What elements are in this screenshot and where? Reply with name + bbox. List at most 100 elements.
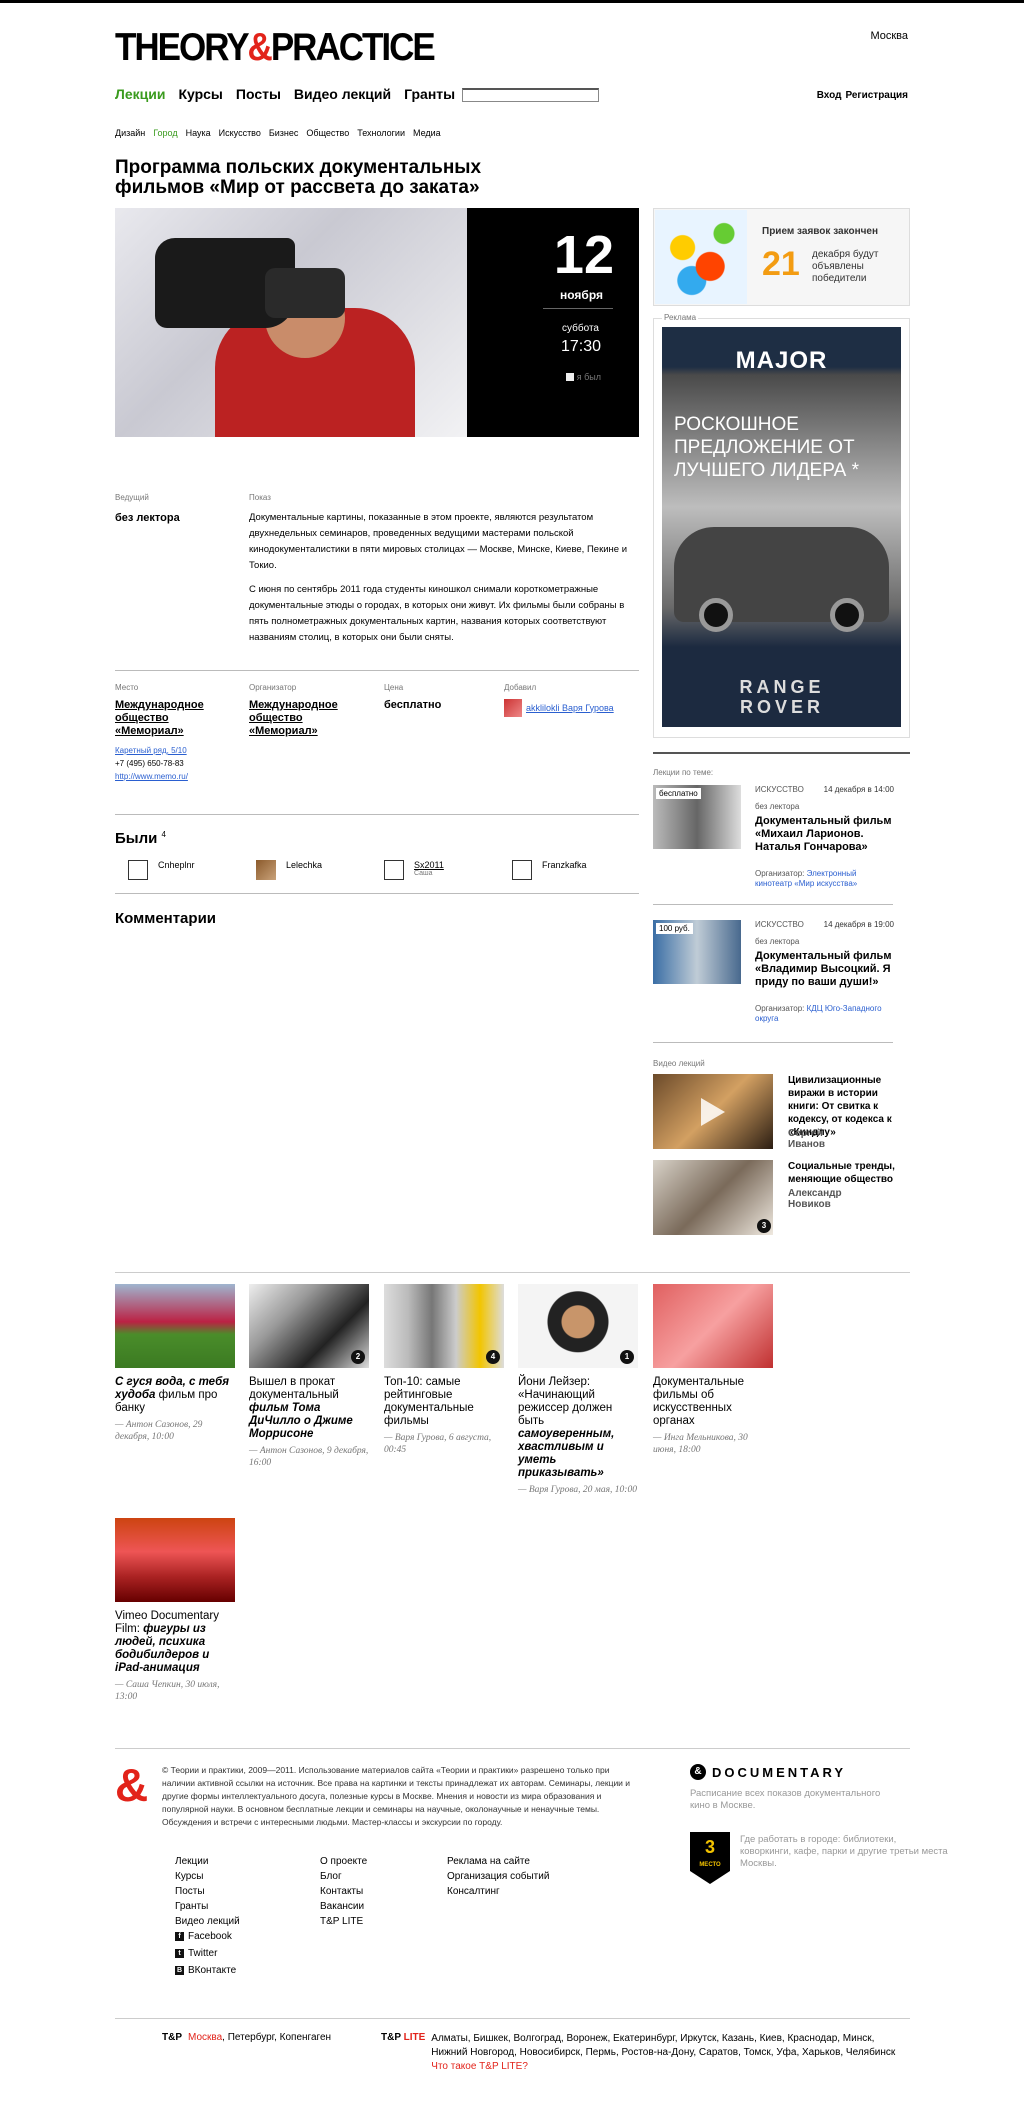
subnav-city[interactable]: Город — [153, 128, 177, 138]
footer-link[interactable]: Вакансии — [320, 1899, 367, 1914]
were-title: Были 4 — [115, 830, 166, 847]
play-icon[interactable] — [701, 1098, 725, 1126]
organizer-block: Организатор Международное общество «Мемо… — [249, 683, 369, 738]
event-weekday: суббота — [562, 323, 599, 334]
footer-col-2: О проекте Блог Контакты Вакансии T&P LIT… — [320, 1854, 367, 1929]
search-input[interactable] — [462, 88, 599, 102]
card-image[interactable] — [115, 1518, 235, 1602]
vk-link[interactable]: B ВКонтакте — [175, 1963, 240, 1978]
related-lecture[interactable]: бесплатно ИСКУССТВО 14 декабря в 14:00 б… — [653, 785, 910, 895]
footer-link[interactable]: Курсы — [175, 1869, 240, 1884]
show-label: Показ — [249, 493, 271, 502]
list-item[interactable]: Cnheplnr — [128, 860, 256, 880]
were-list: Cnheplnr Lelechka Sx2011 Саша Franzkafka — [128, 860, 640, 880]
footer-logo[interactable]: & — [115, 1762, 148, 1808]
footer-link[interactable]: Организация событий — [447, 1869, 549, 1884]
footer-link[interactable]: Контакты — [320, 1884, 367, 1899]
footer-link[interactable]: Видео лекций — [175, 1914, 240, 1929]
post-card[interactable]: Vimeo Documentary Film: фигуры из людей,… — [115, 1518, 235, 1703]
footer-link[interactable]: Консалтинг — [447, 1884, 549, 1899]
ad-block: Реклама MAJOR РОСКОШНОЕ ПРЕДЛОЖЕНИЕ ОТ Л… — [653, 313, 910, 738]
subnav-media[interactable]: Медиа — [413, 128, 441, 138]
nav-posts[interactable]: Посты — [236, 86, 281, 102]
register-link[interactable]: Регистрация — [845, 90, 908, 101]
avatar[interactable] — [512, 860, 532, 880]
subnav-business[interactable]: Бизнес — [269, 128, 299, 138]
city-link[interactable]: Москва — [188, 2032, 222, 2043]
video-item[interactable]: 3 Социальные тренды, меняющие общество А… — [653, 1160, 910, 1238]
card-image[interactable]: 4 — [384, 1284, 504, 1368]
lecture-title[interactable]: Документальный фильм «Михаил Ларионов. Н… — [755, 815, 895, 854]
divider — [653, 1042, 893, 1043]
video-thumb[interactable] — [653, 1074, 773, 1149]
list-item[interactable]: Sx2011 Саша — [384, 860, 512, 880]
card-image[interactable] — [653, 1284, 773, 1368]
city-selector[interactable]: Москва — [870, 30, 908, 42]
card-image[interactable] — [115, 1284, 235, 1368]
grant-promo[interactable]: Прием заявок закончен 21 декабря будут о… — [653, 208, 910, 306]
footer-link[interactable]: Гранты — [175, 1899, 240, 1914]
video-item[interactable]: Цивилизационные виражи в истории книги: … — [653, 1074, 910, 1152]
footer-link[interactable]: T&P LITE — [320, 1914, 367, 1929]
place-link[interactable]: Международное общество «Мемориал» — [115, 699, 235, 738]
event-day: 12 — [553, 225, 614, 285]
organizer-link[interactable]: Международное общество «Мемориал» — [249, 699, 369, 738]
avatar[interactable] — [504, 699, 522, 717]
tp-cities: T&P Москва, Петербург, Копенгаген — [162, 2032, 332, 2043]
address-link[interactable]: Каретный ряд, 5/10 — [115, 744, 235, 757]
card-image[interactable]: 2 — [249, 1284, 369, 1368]
divider — [115, 1748, 910, 1749]
subnav-science[interactable]: Наука — [186, 128, 211, 138]
phone: +7 (495) 650-78-83 — [115, 759, 184, 768]
login-link[interactable]: Вход — [817, 90, 842, 101]
post-card[interactable]: 4 Топ-10: самые рейтинговые документальн… — [384, 1284, 504, 1456]
avatar[interactable] — [128, 860, 148, 880]
lecture-thumb[interactable]: 100 руб. — [653, 920, 741, 984]
post-card[interactable]: С гуся вода, с тебя худоба фильм про бан… — [115, 1284, 235, 1443]
added-by-link[interactable]: akklilokli Варя Гурова — [526, 702, 614, 715]
footer-link[interactable]: Посты — [175, 1884, 240, 1899]
nav-video[interactable]: Видео лекций — [294, 86, 391, 102]
twitter-link[interactable]: t Twitter — [175, 1946, 240, 1961]
subnav-tech[interactable]: Технологии — [357, 128, 405, 138]
lite-city-links[interactable]: Алматы, Бишкек, Волгоград, Воронеж, Екат… — [431, 2032, 901, 2060]
avatar[interactable] — [256, 860, 276, 880]
facebook-link[interactable]: f Facebook — [175, 1929, 240, 1944]
footer-col-3: Реклама на сайте Организация событий Кон… — [447, 1854, 549, 1899]
subnav-design[interactable]: Дизайн — [115, 128, 145, 138]
list-item[interactable]: Franzkafka — [512, 860, 640, 880]
site-link[interactable]: http://www.memo.ru/ — [115, 770, 235, 783]
card-image[interactable]: 1 — [518, 1284, 638, 1368]
nav-courses[interactable]: Курсы — [178, 86, 222, 102]
divider — [115, 2018, 910, 2019]
post-card[interactable]: 2 Вышел в прокат документальный фильм То… — [249, 1284, 369, 1469]
ad-banner[interactable]: MAJOR РОСКОШНОЕ ПРЕДЛОЖЕНИЕ ОТ ЛУЧШЕГО Л… — [662, 327, 901, 727]
subnav-society[interactable]: Общество — [306, 128, 349, 138]
facebook-icon: f — [175, 1932, 184, 1941]
list-item[interactable]: Lelechka — [256, 860, 384, 880]
nav-grants[interactable]: Гранты — [404, 86, 455, 102]
i-was-checkbox[interactable]: я был — [565, 372, 601, 382]
lecture-title[interactable]: Документальный фильм «Владимир Высоцкий.… — [755, 950, 895, 989]
related-lecture[interactable]: 100 руб. ИСКУССТВО 14 декабря в 19:00 бе… — [653, 920, 910, 1030]
footer-link[interactable]: Реклама на сайте — [447, 1854, 549, 1869]
site-logo[interactable]: THEORY&PRACTICE — [115, 27, 436, 68]
lecture-thumb[interactable]: бесплатно — [653, 785, 741, 849]
nav-lectures[interactable]: Лекции — [115, 86, 165, 102]
promo-art — [655, 210, 747, 304]
subnav-art[interactable]: Искусство — [219, 128, 261, 138]
post-card[interactable]: 1 Йони Лейзер: «Начинающий режиссер долж… — [518, 1284, 638, 1496]
footer-link[interactable]: О проекте — [320, 1854, 367, 1869]
footer-link[interactable]: Блог — [320, 1869, 367, 1884]
post-card[interactable]: Документальные фильмы об искусственных о… — [653, 1284, 773, 1456]
avatar[interactable] — [384, 860, 404, 880]
lite-info-link[interactable]: Что такое T&P LITE? — [431, 2060, 901, 2074]
video-thumb[interactable]: 3 — [653, 1160, 773, 1235]
related-label: Лекции по теме: — [653, 768, 714, 777]
date-box: 12 ноября суббота 17:30 я был — [467, 208, 639, 437]
video-title[interactable]: Социальные тренды, меняющие общество — [788, 1160, 910, 1186]
footer-link[interactable]: Лекции — [175, 1854, 240, 1869]
documentary-block[interactable]: & DOCUMENTARY Расписание всех показов док… — [690, 1764, 900, 1812]
lecturer-value: без лектора — [115, 512, 180, 524]
shield-icon: 3 МЕСТО — [690, 1832, 730, 1884]
